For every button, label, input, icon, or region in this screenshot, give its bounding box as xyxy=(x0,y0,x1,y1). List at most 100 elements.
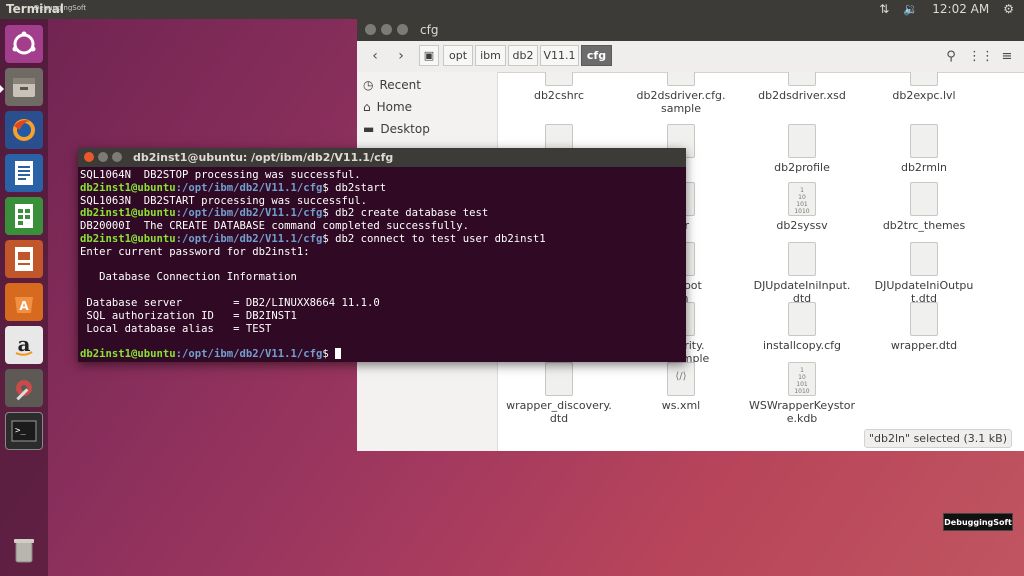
terminal-line: Database Connection Information xyxy=(80,271,297,284)
minimize-button[interactable] xyxy=(98,152,108,162)
back-button[interactable]: ‹ xyxy=(363,45,387,67)
text-file-icon xyxy=(910,124,938,158)
file-item[interactable]: db2rmln xyxy=(863,124,985,174)
firefox-icon[interactable] xyxy=(5,111,43,149)
text-file-icon xyxy=(910,182,938,216)
file-item[interactable]: ⟨/⟩ ws.xml xyxy=(620,362,742,412)
terminal-window[interactable]: db2inst1@ubuntu: /opt/ibm/db2/V11.1/cfg … xyxy=(78,148,686,362)
close-button[interactable] xyxy=(84,152,94,162)
network-icon[interactable]: ⇅ xyxy=(879,2,889,16)
maximize-button[interactable] xyxy=(112,152,122,162)
ubuntu-icon[interactable] xyxy=(5,25,43,63)
binary-file-icon: 1 10 101 1010 xyxy=(788,182,816,216)
active-indicator xyxy=(0,85,4,93)
trash-icon[interactable] xyxy=(5,531,43,569)
file-name: installcopy.cfg xyxy=(762,339,842,352)
terminal-prompt-line[interactable]: db2inst1@ubuntu:/opt/ibm/db2/V11.1/cfg$ xyxy=(80,348,684,361)
file-name: db2syssv xyxy=(776,219,828,232)
forward-button[interactable]: › xyxy=(389,45,413,67)
terminal-line: db2inst1@ubuntu:/opt/ibm/db2/V11.1/cfg$ … xyxy=(80,207,489,220)
root-crumb-button[interactable]: ▣ xyxy=(419,45,439,66)
amazon-icon[interactable]: a xyxy=(5,326,43,364)
crumb-v11[interactable]: V11.1 xyxy=(540,45,579,66)
clock[interactable]: 12:02 AM xyxy=(932,2,989,16)
file-item[interactable]: 1 10 101 1010 WSWrapperKeystor e.kdb xyxy=(741,362,863,425)
minimize-button[interactable] xyxy=(381,24,392,35)
file-name: db2profile xyxy=(774,161,830,174)
terminal-line: Enter current password for db2inst1: xyxy=(80,245,310,258)
terminal-line: db2inst1@ubuntu:/opt/ibm/db2/V11.1/cfg$ … xyxy=(80,232,546,245)
file-manager-toolbar: ‹ › ▣ opt ibm db2 V11.1 cfg ⚲ ⋮⋮ ≡ xyxy=(357,41,1024,73)
file-name: WSWrapperKeystor e.kdb xyxy=(749,399,855,425)
text-file-icon xyxy=(910,302,938,336)
xml-file-icon: ⟨/⟩ xyxy=(788,72,816,86)
terminal-output[interactable]: SQL1064N DB2STOP processing was successf… xyxy=(78,167,686,363)
drive-icon: ▣ xyxy=(423,49,435,62)
home-icon: ⌂ xyxy=(363,100,371,114)
file-manager-title: cfg xyxy=(420,23,439,37)
file-item[interactable]: db2dsdriver.cfg. sample xyxy=(620,72,742,115)
file-item[interactable]: db2profile xyxy=(741,124,863,174)
power-icon[interactable]: ⚙ xyxy=(1003,2,1014,16)
search-icon[interactable]: ⚲ xyxy=(941,47,961,65)
settings-icon[interactable] xyxy=(5,369,43,407)
terminal-line: DB20000I The CREATE DATABASE command com… xyxy=(80,220,470,233)
file-item[interactable]: db2expc.lvl xyxy=(863,72,985,102)
file-item[interactable]: ⟨/⟩ db2dsdriver.xsd xyxy=(741,72,863,102)
terminal-title: db2inst1@ubuntu: /opt/ibm/db2/V11.1/cfg xyxy=(133,151,394,164)
sidebar-item-home[interactable]: ⌂ Home xyxy=(363,97,412,117)
crumb-db2[interactable]: db2 xyxy=(508,45,538,66)
terminal-line: Database server = DB2/LINUXX8664 11.1.0 xyxy=(80,296,380,309)
menu-icon[interactable]: ≡ xyxy=(997,47,1017,65)
watermark-logo: DebuggingSoft xyxy=(943,513,1013,531)
maximize-button[interactable] xyxy=(397,24,408,35)
text-file-icon xyxy=(667,72,695,86)
crumb-cfg[interactable]: cfg xyxy=(581,45,612,66)
file-name: wrapper.dtd xyxy=(890,339,958,352)
file-item[interactable]: DJUpdateIniInput. dtd xyxy=(741,242,863,305)
files-icon[interactable] xyxy=(5,68,43,106)
text-file-icon xyxy=(545,362,573,396)
text-file-icon xyxy=(788,124,816,158)
file-item[interactable]: DJUpdateIniOutpu t.dtd xyxy=(863,242,985,305)
text-file-icon xyxy=(788,302,816,336)
text-file-icon xyxy=(545,72,573,86)
svg-text:A: A xyxy=(19,299,29,313)
terminal-line: SQL1063N DB2START processing was success… xyxy=(80,194,368,207)
terminal-line: SQL authorization ID = DB2INST1 xyxy=(80,309,297,322)
file-item[interactable]: wrapper_discovery. dtd xyxy=(498,362,620,425)
terminal-icon[interactable]: >_ xyxy=(5,412,43,450)
file-name: db2trc_themes xyxy=(882,219,966,232)
software-center-icon[interactable]: A xyxy=(5,283,43,321)
volume-icon[interactable]: 🔉 xyxy=(903,2,918,16)
file-name: db2cshrc xyxy=(533,89,585,102)
sidebar-item-label: Recent xyxy=(379,78,421,92)
impress-icon[interactable] xyxy=(5,240,43,278)
watermark-top: DebuggingSoft xyxy=(34,4,87,12)
text-file-icon xyxy=(910,242,938,276)
crumb-ibm[interactable]: ibm xyxy=(475,45,506,66)
top-panel: Terminal DebuggingSoft ⇅ 🔉 12:02 AM ⚙ xyxy=(0,0,1024,19)
calc-icon[interactable] xyxy=(5,197,43,235)
file-item[interactable]: db2cshrc xyxy=(498,72,620,102)
text-file-icon xyxy=(788,242,816,276)
file-name: ws.xml xyxy=(661,399,701,412)
close-button[interactable] xyxy=(365,24,376,35)
launcher: A a >_ xyxy=(0,19,48,576)
file-item[interactable]: installcopy.cfg xyxy=(741,302,863,352)
file-item[interactable]: db2trc_themes xyxy=(863,182,985,232)
text-file-icon xyxy=(910,72,938,86)
file-name: wrapper_discovery. dtd xyxy=(506,399,612,425)
file-item[interactable]: wrapper.dtd xyxy=(863,302,985,352)
folder-icon: ▬ xyxy=(363,122,375,136)
crumb-opt[interactable]: opt xyxy=(443,45,473,66)
sidebar-item-recent[interactable]: ◷ Recent xyxy=(363,75,421,95)
writer-icon[interactable] xyxy=(5,154,43,192)
indicators: ⇅ 🔉 12:02 AM ⚙ xyxy=(879,2,1014,16)
view-grid-icon[interactable]: ⋮⋮ xyxy=(968,47,994,65)
terminal-line: SQL1064N DB2STOP processing was successf… xyxy=(80,169,361,181)
sidebar-item-desktop[interactable]: ▬ Desktop xyxy=(363,119,430,139)
file-item[interactable]: 1 10 101 1010 db2syssv xyxy=(741,182,863,232)
terminal-titlebar: db2inst1@ubuntu: /opt/ibm/db2/V11.1/cfg xyxy=(78,148,686,167)
